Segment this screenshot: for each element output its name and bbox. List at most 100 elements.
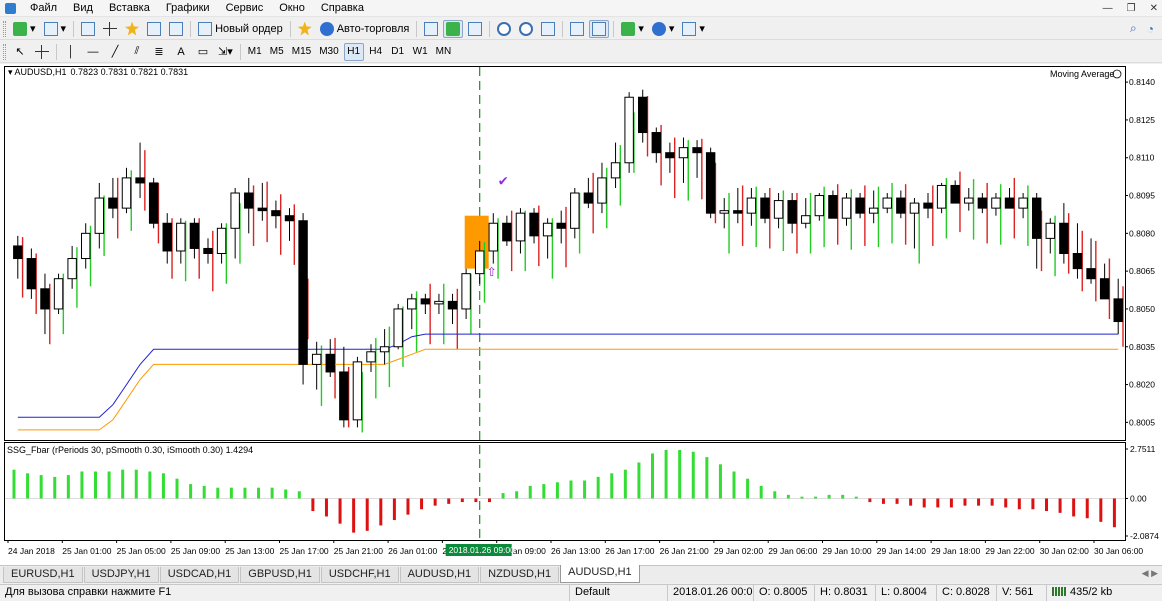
time-axis-label: 26 Jan 17:00 xyxy=(605,546,654,556)
chat-icon[interactable]: ◔ xyxy=(1147,22,1154,36)
time-axis-label: 26 Jan 01:00 xyxy=(388,546,437,556)
tf-h4[interactable]: H4 xyxy=(366,43,386,61)
tf-m15[interactable]: M15 xyxy=(289,43,314,61)
periods-button[interactable]: ▾ xyxy=(649,20,678,38)
menu-window[interactable]: Окно xyxy=(271,0,313,17)
bearish-candle xyxy=(556,222,566,229)
bullish-candle xyxy=(366,351,376,363)
bullish-candle xyxy=(814,195,825,217)
tab-eurusd[interactable]: EURUSD,H1 xyxy=(3,567,83,583)
toolbar-grip[interactable] xyxy=(3,20,6,37)
tf-mn[interactable]: MN xyxy=(433,43,455,61)
menu-file[interactable]: Файл xyxy=(22,0,65,17)
tab-gbpusd[interactable]: GBPUSD,H1 xyxy=(240,567,320,583)
close-icon[interactable]: ✕ xyxy=(1150,0,1158,17)
tf-m30[interactable]: M30 xyxy=(316,43,341,61)
tab-usdcad[interactable]: USDCAD,H1 xyxy=(159,567,240,583)
menu-bar: Файл Вид Вставка Графики Сервис Окно Спр… xyxy=(0,0,1162,17)
clock-icon xyxy=(651,21,666,36)
horizontal-line-button[interactable]: — xyxy=(83,43,103,61)
tab-scroll-icon[interactable]: ◀ ▶ xyxy=(1142,568,1158,579)
bearish-candle xyxy=(447,300,458,310)
bar-chart-icon xyxy=(424,21,439,36)
tab-audusd[interactable]: AUDUSD,H1 xyxy=(399,567,480,583)
bullish-candle xyxy=(407,298,417,310)
arrows-button[interactable]: ⇲▾ xyxy=(215,43,236,61)
line-chart-icon xyxy=(468,21,483,36)
chart-canvas[interactable]: ✔ ⇧ 0.8140 0.8125 0.8110 0.8095 0.8080 0.8065 0… xyxy=(0,64,1162,565)
toolbar-grip[interactable] xyxy=(3,43,6,60)
bar-chart-button[interactable] xyxy=(421,20,441,38)
menu-charts[interactable]: Графики xyxy=(158,0,218,17)
profiles-icon xyxy=(43,21,58,36)
auto-trading-button[interactable]: Авто-торговля xyxy=(317,20,413,38)
bearish-candle xyxy=(148,182,159,224)
crosshair-button[interactable] xyxy=(32,43,52,61)
tile-windows-button[interactable] xyxy=(538,20,558,38)
bearish-candle xyxy=(1086,268,1096,280)
time-axis-label: 24 Jan 2018 xyxy=(8,546,55,556)
fibonacci-button[interactable]: ≣ xyxy=(149,43,169,61)
bullish-candle xyxy=(515,212,526,242)
indicators-button[interactable]: ▾ xyxy=(618,20,647,38)
menu-help[interactable]: Справка xyxy=(313,0,372,17)
channel-button[interactable]: ⫽ xyxy=(127,43,147,61)
tf-h1[interactable]: H1 xyxy=(343,42,364,61)
arrows-icon: ⇲▾ xyxy=(218,46,233,58)
price-axis-label: 0.8095 xyxy=(1129,191,1155,201)
tab-usdchf[interactable]: USDCHF,H1 xyxy=(320,567,399,583)
bearish-candle xyxy=(189,222,200,249)
bearish-candle xyxy=(1113,298,1123,323)
menu-tools[interactable]: Сервис xyxy=(218,0,272,17)
zoom-in-button[interactable] xyxy=(494,20,514,38)
bullish-candle xyxy=(868,207,879,214)
bullish-candle xyxy=(488,222,498,252)
tf-m1[interactable]: M1 xyxy=(245,43,265,61)
tf-w1[interactable]: W1 xyxy=(410,43,431,61)
tab-nzdusd[interactable]: NZDUSD,H1 xyxy=(480,567,560,583)
candlestick-button[interactable] xyxy=(443,19,464,38)
tester-button[interactable] xyxy=(166,20,186,38)
line-chart-button[interactable] xyxy=(465,20,485,38)
status-profile: Default xyxy=(570,584,668,601)
tab-audusd-active[interactable]: AUDUSD,H1 xyxy=(560,565,640,583)
new-chart-button[interactable]: ▾ xyxy=(10,20,39,38)
tf-m5[interactable]: M5 xyxy=(267,43,287,61)
profiles-button[interactable]: ▾ xyxy=(41,20,70,38)
minimize-icon[interactable]: — xyxy=(1103,0,1113,17)
terminal-button[interactable] xyxy=(144,20,164,38)
tab-usdjpy[interactable]: USDJPY,H1 xyxy=(83,567,159,583)
time-axis-label: 30 Jan 06:00 xyxy=(1094,546,1143,556)
time-axis-label: 25 Jan 13:00 xyxy=(225,546,274,556)
trendline-button[interactable]: ╱ xyxy=(105,43,125,61)
new-order-button[interactable]: Новый ордер xyxy=(195,20,286,38)
bullish-candle xyxy=(936,184,947,209)
metaeditor-icon xyxy=(297,21,312,36)
navigator-button[interactable] xyxy=(122,20,142,38)
zoom-out-button[interactable] xyxy=(516,20,536,38)
bullish-candle xyxy=(53,278,64,310)
data-window-button[interactable] xyxy=(100,20,120,38)
bullish-candle xyxy=(434,300,444,305)
menu-insert[interactable]: Вставка xyxy=(101,0,158,17)
label-button[interactable]: ▭ xyxy=(193,43,213,61)
chart-shift-button[interactable] xyxy=(567,20,587,38)
chart-window[interactable]: ✔ ⇧ 0.8140 0.8125 0.8110 0.8095 0.8080 0.8065 0… xyxy=(0,64,1162,565)
bullish-candle xyxy=(81,232,91,260)
metaeditor-button[interactable] xyxy=(295,20,315,38)
tf-d1[interactable]: D1 xyxy=(388,43,408,61)
time-axis-label: 30 Jan 02:00 xyxy=(1040,546,1089,556)
bearish-candle xyxy=(271,210,281,217)
text-button[interactable]: A xyxy=(171,43,191,61)
menu-view[interactable]: Вид xyxy=(65,0,101,17)
vertical-line-button[interactable]: │ xyxy=(61,43,81,61)
market-watch-button[interactable] xyxy=(78,20,98,38)
separator xyxy=(190,20,192,37)
moving-average-label[interactable]: Moving Average xyxy=(1050,69,1114,79)
search-icon[interactable]: ⌕ xyxy=(1130,21,1137,36)
bearish-candle xyxy=(40,288,50,310)
templates-button[interactable]: ▾ xyxy=(679,20,708,38)
autoscroll-button[interactable] xyxy=(589,19,610,38)
cursor-button[interactable]: ↖ xyxy=(10,43,30,61)
restore-icon[interactable]: ❐ xyxy=(1127,0,1136,17)
